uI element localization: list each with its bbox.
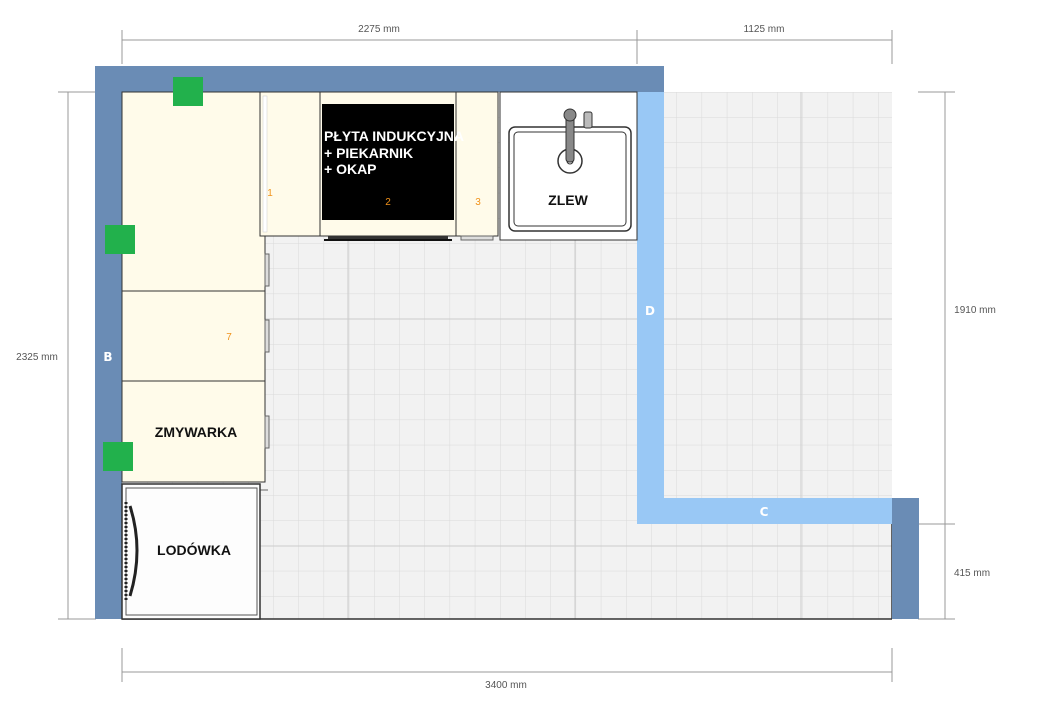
sink-label: ZLEW — [548, 192, 588, 208]
dimension-top-left: 2275 mm — [358, 24, 400, 35]
dimension-right-lower: 415 mm — [954, 568, 990, 579]
cooktop-label-line1: PŁYTA INDUKCYJNA — [324, 128, 464, 144]
wall-c-label: C — [760, 505, 769, 519]
dimension-left: 2325 mm — [16, 352, 58, 363]
outlet-marker — [173, 77, 203, 106]
outlet-marker — [103, 442, 133, 471]
dimension-top-right: 1125 mm — [744, 24, 785, 35]
cabinet-1 — [259, 91, 321, 237]
cabinet-2-number: 2 — [385, 197, 391, 208]
dimension-right-upper: 1910 mm — [954, 305, 996, 316]
cabinet-7-number: 7 — [226, 332, 232, 343]
dishwasher-label: ZMYWARKA — [155, 424, 237, 440]
outlet-marker — [105, 225, 135, 254]
cabinet-3-number: 3 — [475, 197, 481, 208]
cabinet-handle — [264, 415, 270, 449]
cabinet-handle — [264, 253, 270, 287]
wall-b-label: B — [103, 350, 112, 364]
wall-d-label: D — [645, 304, 655, 318]
cooktop-label-line3: + OKAP — [324, 161, 377, 177]
kitchen-floor-plan: 2275 mm 1125 mm 2325 mm 1910 mm 415 mm 3… — [16, 24, 996, 691]
cabinet-1-number: 1 — [267, 188, 273, 199]
cooktop-label-line2: + PIEKARNIK — [324, 145, 413, 161]
cabinet-7 — [121, 290, 266, 382]
sink — [499, 91, 638, 241]
dimension-bottom: 3400 mm — [485, 680, 527, 691]
cabinet-3 — [455, 91, 499, 237]
fridge-label: LODÓWKA — [157, 541, 231, 558]
cabinet-handle — [264, 319, 270, 353]
corner-cabinet — [121, 91, 266, 292]
wall-right-end — [892, 498, 919, 619]
wall-b — [95, 66, 122, 619]
